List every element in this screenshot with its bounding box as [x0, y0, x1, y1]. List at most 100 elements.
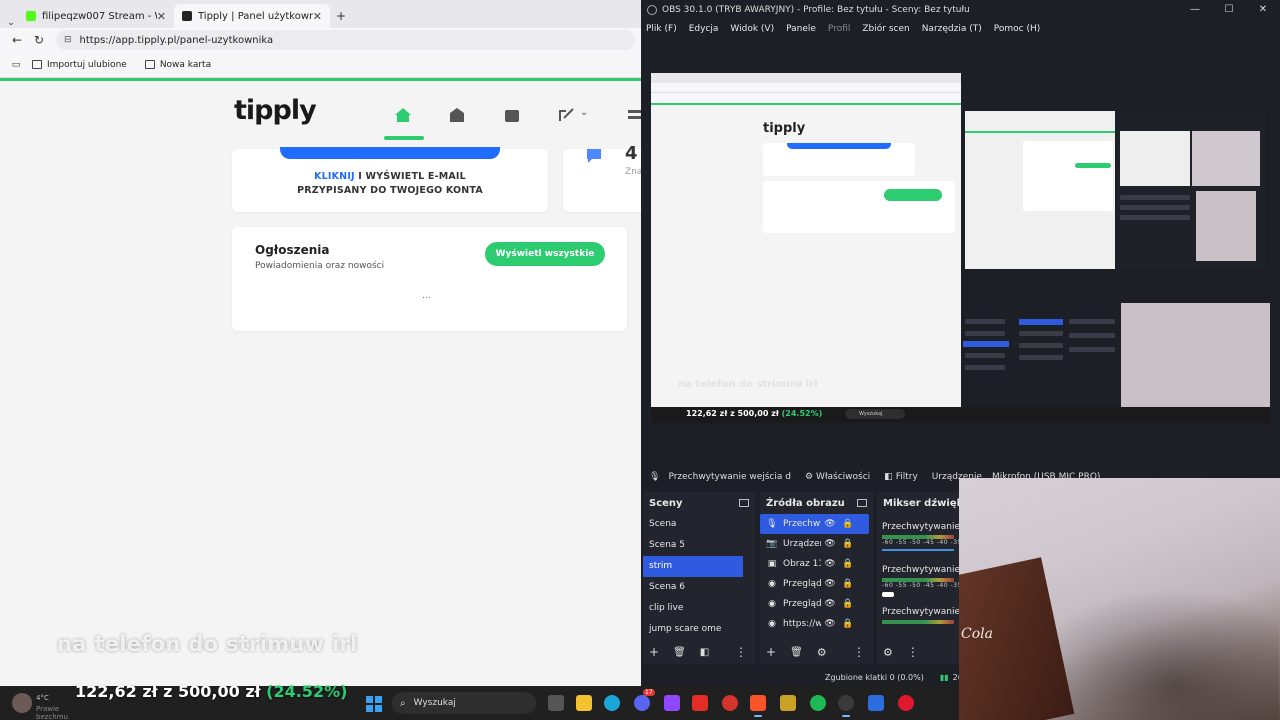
add-icon[interactable]: + [766, 645, 776, 659]
bookmark-import[interactable]: Importuj ulubione [32, 60, 127, 70]
close-icon[interactable]: ✕ [1246, 0, 1280, 20]
obs-icon[interactable] [838, 695, 854, 717]
sidebar-toggle-icon[interactable]: ▭ [8, 60, 24, 70]
source-item-selected[interactable]: 🎙 Przechwy 👁 🔒 [760, 514, 869, 534]
bookmark-new-tab[interactable]: Nowa karta [144, 60, 211, 70]
close-icon[interactable]: ✕ [157, 10, 166, 23]
site-info-icon[interactable]: ⊟ [64, 35, 72, 45]
mic-icon: 🎙 [649, 471, 661, 482]
scene-item[interactable]: jump scare ome [643, 619, 755, 640]
menu-tools[interactable]: Narzędzia (T) [922, 24, 982, 34]
lock-icon[interactable]: 🔒 [839, 619, 857, 629]
mail-icon[interactable] [448, 107, 466, 123]
menu-icon[interactable] [626, 107, 641, 123]
filter-icon: ◧ [884, 471, 893, 482]
gear-icon[interactable]: ⚙ [817, 646, 827, 659]
app-icon[interactable] [868, 695, 884, 711]
source-item[interactable]: ◉ Przeglądi 👁 🔒 [760, 594, 873, 614]
lock-icon[interactable]: 🔒 [839, 539, 857, 549]
menu-profile[interactable]: Profil [828, 24, 850, 34]
email-reveal-link[interactable]: KLIKNIJ [314, 171, 355, 182]
address-bar-row: ← ↻ ⊟ https://app.tipply.pl/panel-uzytko… [0, 28, 641, 52]
scene-item[interactable]: Scena 6 [643, 577, 755, 598]
taskbar-search[interactable]: ⌕ Wyszukaj [392, 692, 536, 714]
lock-icon[interactable]: 🔒 [839, 519, 857, 529]
lock-icon[interactable]: 🔒 [839, 599, 857, 609]
eye-icon[interactable]: 👁 [821, 539, 839, 549]
email-reveal-line1[interactable]: KLIKNIJ I WYŚWIETL E-MAIL [232, 171, 548, 182]
mic-icon: 🎙 [766, 519, 778, 529]
filters-button[interactable]: ◧ Filtry [884, 472, 918, 482]
back-icon[interactable]: ← [6, 33, 28, 47]
brave-icon[interactable] [750, 695, 766, 717]
eye-icon[interactable]: 👁 [821, 519, 839, 529]
app-icon[interactable] [664, 695, 680, 711]
windows-start-icon[interactable] [366, 696, 382, 712]
discord-icon[interactable]: 17 [634, 689, 655, 711]
email-reveal-button[interactable] [280, 147, 500, 159]
menu-docks[interactable]: Panele [786, 24, 816, 34]
advanced-audio-icon[interactable]: ⚙ [883, 646, 893, 659]
minimize-icon[interactable]: — [1178, 0, 1212, 20]
volume-slider-handle[interactable] [882, 592, 894, 597]
scene-item[interactable]: Scena 5 [643, 535, 755, 556]
properties-button[interactable]: ⚙ Właściwości [805, 472, 870, 482]
tab-list-icon[interactable]: ⌄ [4, 18, 18, 28]
address-bar[interactable]: ⊟ https://app.tipply.pl/panel-uzytkownik… [56, 30, 635, 50]
app-icon[interactable] [722, 695, 738, 711]
edit-icon[interactable] [558, 107, 576, 123]
volume-slider[interactable] [882, 549, 954, 551]
trash-icon[interactable]: 🗑 [790, 647, 803, 658]
new-tab-icon[interactable]: + [330, 9, 352, 23]
add-icon[interactable]: + [649, 645, 659, 659]
spotify-icon[interactable] [810, 695, 826, 711]
source-item[interactable]: ◉ https://w 👁 🔒 [760, 614, 873, 634]
filter-icon[interactable]: ◧ [700, 647, 709, 658]
youtube-icon[interactable] [692, 695, 708, 711]
more-icon[interactable]: ⋮ [735, 645, 747, 659]
more-icon[interactable]: ⋮ [907, 645, 919, 659]
tab-tipply[interactable]: Tipply | Panel użytkownika ✕ [174, 4, 330, 28]
menu-file[interactable]: Plik (F) [646, 24, 677, 34]
source-item[interactable]: ▣ Obraz 11 👁 🔒 [760, 554, 873, 574]
tab-stream[interactable]: filipeqzw007 Stream - Watch Live ✕ [18, 4, 174, 28]
close-icon[interactable]: ✕ [313, 10, 322, 23]
sources-dock: Źródła obrazu 🎙 Przechwy 👁 🔒 📷 Urządzer … [760, 492, 873, 664]
tipply-logo[interactable]: tipply [234, 95, 317, 126]
task-view-icon[interactable] [548, 695, 564, 711]
eye-icon[interactable]: 👁 [821, 599, 839, 609]
eye-icon[interactable]: 👁 [821, 559, 839, 569]
home-icon[interactable] [394, 107, 412, 123]
obs-preview[interactable]: tipply na telefon do strimuw irl 122,62 … [651, 73, 1270, 423]
wallet-icon[interactable] [503, 107, 521, 123]
opera-icon[interactable] [898, 695, 914, 711]
undock-icon[interactable] [857, 499, 867, 507]
edge-icon[interactable] [604, 695, 620, 711]
weather-widget[interactable]: 4°C Prawie bezchmu [10, 691, 70, 720]
maximize-icon[interactable]: ☐ [1212, 0, 1246, 20]
trash-icon[interactable]: 🗑 [673, 647, 686, 658]
show-all-button[interactable]: Wyświetl wszystkie [485, 242, 605, 266]
selected-source: 🎙 Przechwytywanie wejścia d [649, 472, 791, 482]
donation-goal-overlay: 122,62 zł z 500,00 zł (24.52%) [75, 682, 347, 701]
file-explorer-icon[interactable] [576, 695, 592, 711]
lock-icon[interactable]: 🔒 [839, 579, 857, 589]
eye-icon[interactable]: 👁 [821, 619, 839, 629]
scene-item-selected[interactable]: strim [643, 556, 743, 577]
scene-item[interactable]: clip live [643, 598, 755, 619]
menu-scene-collection[interactable]: Zbiór scen [862, 24, 909, 34]
eye-icon[interactable]: 👁 [821, 579, 839, 589]
reload-icon[interactable]: ↻ [28, 33, 50, 47]
undock-icon[interactable] [739, 499, 749, 507]
menu-edit[interactable]: Edycja [689, 24, 719, 34]
app-icon[interactable] [780, 695, 796, 711]
source-item[interactable]: ◉ Przeglądi 👁 🔒 [760, 574, 873, 594]
image-icon: ▣ [767, 559, 777, 569]
menu-help[interactable]: Pomoc (H) [994, 24, 1041, 34]
scene-item[interactable]: Scena [643, 514, 755, 535]
source-item[interactable]: 📷 Urządzer 👁 🔒 [760, 534, 873, 554]
more-icon[interactable]: ⋮ [853, 645, 865, 659]
chevron-down-icon[interactable]: ⌄ [580, 107, 588, 118]
menu-view[interactable]: Widok (V) [730, 24, 774, 34]
lock-icon[interactable]: 🔒 [839, 559, 857, 569]
